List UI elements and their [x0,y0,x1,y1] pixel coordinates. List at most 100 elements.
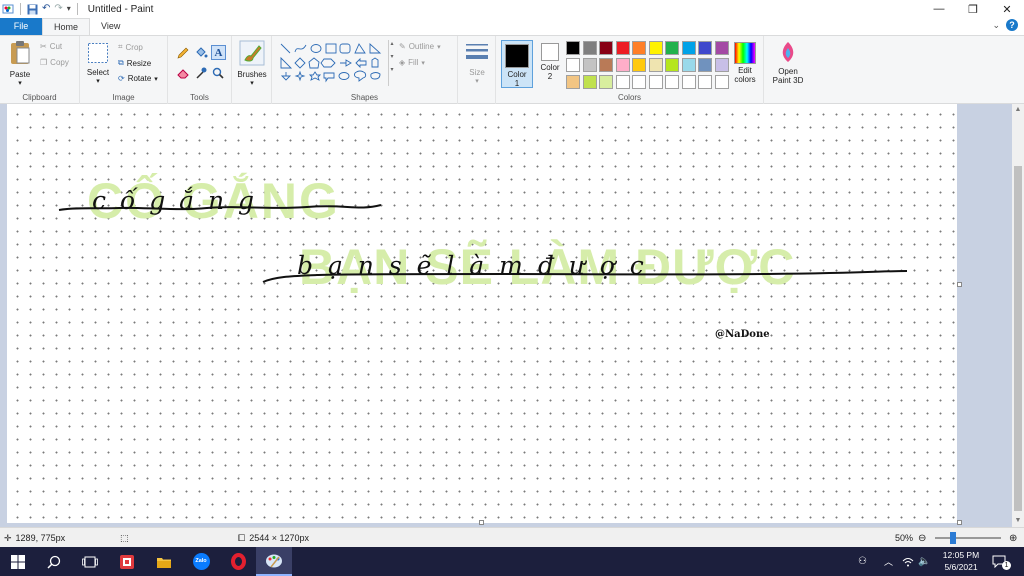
palette-swatch[interactable] [566,41,580,55]
collapse-ribbon-icon[interactable]: ⌄ [992,20,1000,31]
redo-icon[interactable]: ↷ [54,0,62,18]
search-button[interactable] [36,547,72,576]
palette-swatch[interactable] [599,58,613,72]
size-button[interactable]: Size ▾ [463,40,491,85]
palette-swatch[interactable] [698,41,712,55]
scissors-icon: ✂ [40,42,47,51]
volume-icon[interactable]: 🔈 [918,547,930,576]
color1-button[interactable]: Color 1 [501,40,533,88]
palette-swatch[interactable] [582,75,597,89]
fill-bucket-icon[interactable] [194,46,208,60]
start-button[interactable] [0,547,36,576]
maximize-button[interactable]: ❐ [956,0,990,18]
palette-swatch[interactable] [714,75,729,89]
pencil-icon[interactable] [176,46,190,60]
edit-colors-button[interactable]: Edit colors [728,40,762,84]
color2-button[interactable]: Color 2 [536,40,564,81]
tab-view[interactable]: View [90,18,131,35]
zoom-in-icon[interactable]: ⊕ [1009,528,1017,548]
network-icon[interactable] [902,547,914,576]
palette-swatch[interactable] [648,75,663,89]
tab-file[interactable]: File [0,18,42,35]
close-button[interactable]: ✕ [990,0,1024,18]
palette-swatch[interactable] [566,58,580,72]
tab-home[interactable]: Home [42,18,91,35]
canvas-workspace[interactable]: CỐ GẮNG BẠN SẼ LÀM ĐƯỢC c ố g ắ n g b ạ … [0,104,1012,527]
scroll-down-icon[interactable]: ▼ [1012,515,1024,527]
zoom-slider-thumb[interactable] [950,532,956,544]
zoom-slider-track[interactable] [935,537,1001,539]
customize-toolbar-icon[interactable]: ▾ [67,0,71,18]
shapes-gallery[interactable] [279,42,389,84]
cut-button[interactable]: ✂ Cut [40,42,62,51]
palette-swatch[interactable] [665,58,679,72]
text-tool-icon[interactable]: A [211,45,226,60]
taskbar-app-paint[interactable] [256,547,292,576]
drawing-canvas[interactable]: CỐ GẮNG BẠN SẼ LÀM ĐƯỢC c ố g ắ n g b ạ … [7,104,962,525]
paste-button[interactable]: Paste ▾ [6,40,34,87]
vertical-scrollbar[interactable]: ▲ ▼ [1012,104,1024,527]
palette-swatch[interactable] [714,58,729,72]
open-paint3d-button[interactable]: Open Paint 3D [768,40,808,85]
palette-swatch[interactable] [698,75,712,89]
palette-swatch[interactable] [599,41,613,55]
palette-swatch[interactable] [566,75,580,89]
palette-swatch[interactable] [615,75,630,89]
scrollbar-thumb[interactable] [1014,166,1022,511]
undo-icon[interactable]: ↶ [42,0,50,18]
palette-swatch[interactable] [665,75,679,89]
crop-button[interactable]: ⌗ Crop [118,42,143,52]
resize-button[interactable]: ⧉ Resize [118,58,151,68]
color1-num: 1 [514,79,520,88]
palette-swatch[interactable] [665,41,679,55]
ribbon: Paste ▾ ✂ Cut ❐ Copy Clipboard Select ▾ ⌗ C… [0,35,1024,104]
palette-swatch[interactable] [599,75,613,89]
help-icon[interactable]: ? [1006,19,1018,31]
color-picker-icon[interactable] [194,66,208,80]
rotate-button[interactable]: ⟳ Rotate ▾ [118,74,158,83]
palette-swatch[interactable] [582,41,597,55]
show-hidden-icons-chevron-icon[interactable]: ︿ [884,547,893,576]
outline-button[interactable]: ✎ Outline ▾ [399,42,441,51]
palette-swatch[interactable] [632,75,646,89]
palette-swatch[interactable] [648,58,663,72]
taskbar-app-zalo[interactable]: Zalo [183,547,219,576]
brushes-label: Brushes [237,70,267,79]
canvas-resize-handle-corner[interactable] [957,520,962,525]
size-group: Size ▾ [458,36,496,104]
paint-window: ↶ ↷ ▾ Untitled - Paint — ❐ ✕ File Home V… [0,0,1024,576]
cut-label: Cut [49,42,63,51]
palette-swatch[interactable] [632,41,646,55]
scroll-up-icon[interactable]: ▲ [1012,104,1024,116]
fill-button[interactable]: ◈ Fill ▾ [399,58,425,67]
notification-center-button[interactable]: 1 [992,547,1011,576]
palette-swatch[interactable] [615,41,630,55]
palette-swatch[interactable] [582,58,597,72]
palette-swatch[interactable] [632,58,646,72]
minimize-button[interactable]: — [922,0,956,18]
taskbar-app-snip[interactable] [109,547,145,576]
magnifier-icon[interactable] [211,66,225,80]
shapes-scroll[interactable]: ▴ ▾ ▾ [388,40,395,86]
palette-swatch[interactable] [615,58,630,72]
palette-swatch[interactable] [698,58,712,72]
palette-swatch[interactable] [681,58,696,72]
task-view-button[interactable] [72,547,108,576]
zoom-out-icon[interactable]: ⊖ [918,528,926,548]
select-button[interactable]: Select ▾ [85,42,111,85]
canvas-resize-handle-bottom[interactable] [479,520,484,525]
taskbar-app-opera[interactable] [220,547,256,576]
outline-icon: ✎ [399,42,406,51]
brushes-button[interactable]: Brushes ▾ [235,40,269,87]
save-icon[interactable] [27,4,38,15]
eraser-icon[interactable] [176,66,190,80]
system-clock[interactable]: 12:05 PM 5/6/2021 [936,549,986,573]
taskbar-app-explorer[interactable] [146,547,182,576]
canvas-resize-handle-right[interactable] [957,282,962,287]
palette-swatch[interactable] [681,41,696,55]
palette-swatch[interactable] [648,41,663,55]
people-icon[interactable]: ⚇ [858,547,867,576]
copy-button[interactable]: ❐ Copy [40,58,69,67]
palette-swatch[interactable] [714,41,729,55]
palette-swatch[interactable] [681,75,696,89]
